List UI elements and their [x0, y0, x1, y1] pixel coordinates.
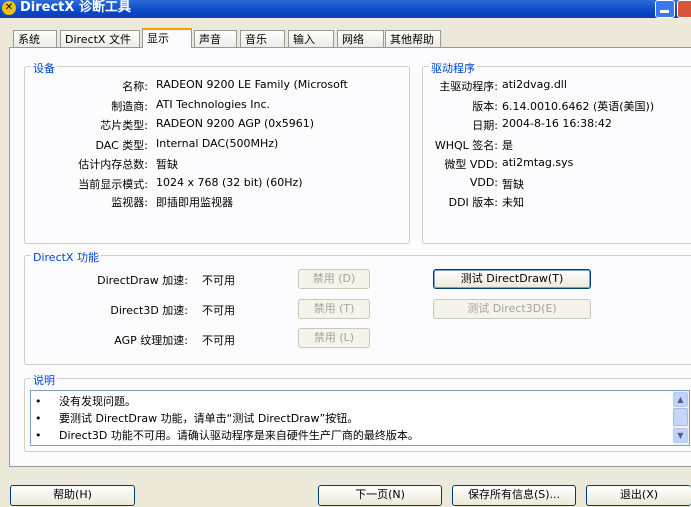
version-label: 版本: [472, 100, 498, 113]
memory-value: 暂缺 [156, 158, 178, 171]
notes-title: 说明 [31, 372, 57, 388]
vdd-value: 暂缺 [502, 178, 524, 191]
tab-system[interactable]: 系统 [13, 30, 57, 47]
manufacturer-value: ATI Technologies Inc. [156, 98, 271, 111]
minimize-button[interactable] [655, 0, 675, 18]
tab-more-help[interactable]: 其他帮助 [385, 30, 441, 47]
note-text: Direct3D 功能不可用。请确认驱动程序是来自硬件生产厂商的最终版本。 [59, 429, 419, 442]
device-name-label: 名称: [122, 80, 148, 93]
note-text: 要测试 DirectDraw 功能，请单击“测试 DirectDraw”按钮。 [59, 412, 359, 425]
chip-type-label: 芯片类型: [100, 119, 148, 132]
mini-vdd-label: 微型 VDD: [444, 158, 498, 171]
mini-vdd-value: ati2mtag.sys [502, 156, 574, 169]
ddi-version-label: DDI 版本: [448, 196, 498, 209]
scroll-thumb[interactable] [673, 408, 688, 426]
agp-texture-accel-value: 不可用 [202, 334, 235, 347]
disable-direct3d-button[interactable]: 禁用 (T) [298, 299, 370, 319]
next-page-button[interactable]: 下一页(N) [318, 485, 442, 506]
tab-sound[interactable]: 声音 [194, 30, 237, 47]
direct3d-accel-value: 不可用 [202, 304, 235, 317]
tab-music[interactable]: 音乐 [240, 30, 285, 47]
direct3d-accel-label: Direct3D 加速: [110, 304, 188, 317]
help-button[interactable]: 帮助(H) [10, 485, 135, 506]
driver-group-title: 驱动程序 [429, 60, 477, 76]
display-mode-label: 当前显示模式: [78, 178, 148, 191]
tab-network[interactable]: 网络 [337, 30, 384, 47]
notes-textbox[interactable]: • 没有发现问题。 • 要测试 DirectDraw 功能，请单击“测试 Direc… [30, 390, 690, 446]
bullet: • [35, 395, 42, 408]
note-line: • Direct3D 功能不可用。请确认驱动程序是来自硬件生产厂商的最终版本。 [35, 427, 419, 443]
version-value: 6.14.0010.6462 (英语(美国)) [502, 100, 655, 113]
window-title: DirectX 诊断工具 [20, 0, 131, 15]
bullet: • [35, 412, 42, 425]
display-mode-value: 1024 x 768 (32 bit) (60Hz) [156, 176, 303, 189]
directx-app-icon: ✕ [2, 1, 16, 15]
dac-type-label: DAC 类型: [95, 139, 149, 152]
main-driver-label: 主驱动程序: [439, 80, 498, 93]
note-line: • 没有发现问题。 [35, 393, 136, 409]
whql-value: 是 [502, 139, 513, 152]
exit-button[interactable]: 退出(X) [586, 485, 691, 506]
disable-agp-button[interactable]: 禁用 (L) [298, 328, 370, 348]
manufacturer-label: 制造商: [111, 100, 148, 113]
minimize-icon [660, 10, 669, 13]
scroll-up-icon[interactable]: ▲ [673, 392, 688, 407]
device-group-title: 设备 [31, 60, 57, 76]
agp-texture-accel-label: AGP 纹理加速: [114, 334, 188, 347]
ddi-version-value: 未知 [502, 196, 524, 209]
main-driver-value: ati2dvag.dll [502, 78, 567, 91]
note-text: 没有发现问题。 [59, 395, 136, 408]
tab-display[interactable]: 显示 [142, 28, 192, 48]
scroll-down-icon[interactable]: ▼ [673, 428, 688, 443]
dac-type-value: Internal DAC(500MHz) [156, 137, 279, 150]
chip-type-value: RADEON 9200 AGP (0x5961) [156, 117, 315, 130]
note-line: • 要测试 DirectDraw 功能，请单击“测试 DirectDraw”按钮。 [35, 410, 358, 426]
date-value: 2004-8-16 16:38:42 [502, 117, 612, 130]
title-bar[interactable]: ✕ DirectX 诊断工具 [0, 0, 691, 18]
test-directdraw-button[interactable]: 测试 DirectDraw(T) [433, 269, 591, 289]
memory-label: 估计内存总数: [78, 158, 148, 171]
device-name-value: RADEON 9200 LE Family (Microsoft [156, 78, 348, 91]
close-button[interactable] [677, 0, 691, 18]
directx-features-title: DirectX 功能 [31, 249, 101, 265]
test-direct3d-button[interactable]: 测试 Direct3D(E) [433, 299, 591, 319]
monitor-value: 即插即用监视器 [156, 196, 233, 209]
date-label: 日期: [472, 119, 498, 132]
directdraw-accel-value: 不可用 [202, 274, 235, 287]
tab-input[interactable]: 输入 [288, 30, 334, 47]
device-group: 设备 [24, 60, 410, 244]
directdraw-accel-label: DirectDraw 加速: [97, 274, 188, 287]
monitor-label: 监视器: [111, 196, 148, 209]
whql-label: WHQL 签名: [434, 139, 498, 152]
save-all-info-button[interactable]: 保存所有信息(S)... [452, 485, 576, 506]
vdd-label: VDD: [469, 176, 498, 189]
bullet: • [35, 429, 42, 442]
tab-directx-files[interactable]: DirectX 文件 [60, 30, 140, 47]
disable-directdraw-button[interactable]: 禁用 (D) [298, 269, 370, 289]
notes-scrollbar[interactable]: ▲ ▼ [673, 391, 689, 445]
